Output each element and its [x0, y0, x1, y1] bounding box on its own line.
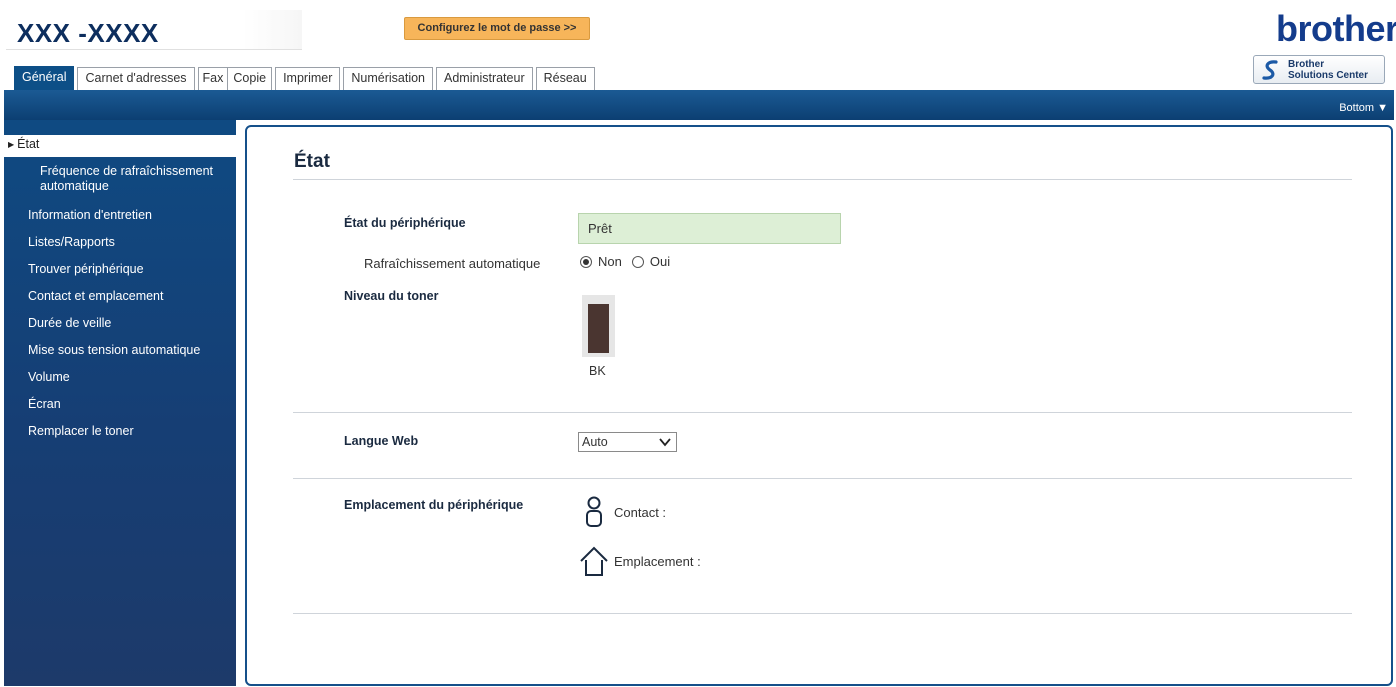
- sidebar-item-find-device[interactable]: Trouver périphérique: [4, 262, 236, 277]
- auto-refresh-option-oui: Oui: [649, 254, 671, 269]
- tab-fax[interactable]: Fax: [197, 67, 228, 90]
- sidebar-item-etat[interactable]: ▶ État: [4, 135, 236, 157]
- device-location-label: Emplacement du périphérique: [344, 498, 524, 512]
- location-label: Emplacement :: [614, 554, 701, 569]
- device-status-value: Prêt: [578, 213, 841, 244]
- section-divider: [293, 613, 1352, 614]
- solutions-center-line1: Brother: [1288, 59, 1325, 70]
- section-divider: [293, 478, 1352, 479]
- chevron-down-icon: [659, 438, 671, 447]
- sidebar-item-lists-reports[interactable]: Listes/Rapports: [4, 235, 236, 250]
- sidebar-item-refresh-frequency[interactable]: Fréquence de rafraîchissement automatiqu…: [4, 164, 236, 194]
- sidebar-item-sleep-time[interactable]: Durée de veille: [4, 316, 236, 331]
- brother-logo: brother: [1276, 8, 1396, 49]
- tab-scan[interactable]: Numérisation: [343, 67, 434, 90]
- sidebar-item-label-line2: automatique: [40, 179, 109, 193]
- tab-administrator[interactable]: Administrateur: [436, 67, 533, 90]
- toner-gauge: [582, 295, 615, 357]
- toner-name: BK: [589, 364, 606, 378]
- sidebar: ▶ État Fréquence de rafraîchissement auto…: [4, 120, 236, 686]
- tab-copy[interactable]: Copie: [227, 67, 273, 90]
- sidebar-item-label: Fréquence de rafraîchissement: [40, 164, 214, 178]
- tab-address-book[interactable]: Carnet d'adresses: [77, 67, 195, 90]
- web-language-label: Langue Web: [344, 434, 419, 448]
- tab-network[interactable]: Réseau: [535, 67, 595, 90]
- tab-print[interactable]: Imprimer: [275, 67, 341, 90]
- sidebar-item-contact-location[interactable]: Contact et emplacement: [4, 289, 236, 304]
- bottom-link[interactable]: Bottom ▼: [1339, 102, 1388, 114]
- solutions-center-label: Brother Solutions Center: [1288, 59, 1368, 81]
- auto-refresh-options: Non Oui: [580, 254, 670, 269]
- main-tabs: Général Carnet d'adresses Fax Copie Impr…: [14, 66, 598, 90]
- triangle-right-icon: ▶: [8, 140, 15, 149]
- auto-refresh-radio-oui[interactable]: [631, 255, 644, 268]
- tab-general[interactable]: Général: [14, 66, 75, 90]
- device-status-label: État du périphérique: [344, 216, 466, 230]
- sidebar-item-label: État: [17, 137, 40, 151]
- web-language-select[interactable]: Auto: [578, 432, 677, 452]
- auto-refresh-label: Rafraîchissement automatique: [364, 256, 541, 271]
- sidebar-item-auto-power-on[interactable]: Mise sous tension automatique: [4, 343, 236, 358]
- sidebar-item-replace-toner[interactable]: Remplacer le toner: [4, 424, 236, 439]
- toner-level-label: Niveau du toner: [344, 289, 439, 303]
- toner-gauge-fill: [588, 304, 609, 353]
- location-home-icon: [580, 546, 608, 576]
- solutions-center-icon: [1262, 60, 1278, 80]
- nav-band: [4, 90, 1394, 120]
- page-title: État: [294, 151, 330, 172]
- solutions-center-line2: Solutions Center: [1288, 70, 1369, 81]
- main-panel: [245, 125, 1393, 686]
- solutions-center-button[interactable]: Brother Solutions Center: [1253, 55, 1385, 84]
- auto-refresh-radio-non[interactable]: [580, 255, 592, 268]
- title-divider: [293, 179, 1352, 180]
- contact-label: Contact :: [614, 505, 667, 520]
- contact-person-icon: [586, 496, 602, 527]
- configure-password-button[interactable]: Configurez le mot de passe >>: [404, 17, 590, 40]
- sidebar-item-volume[interactable]: Volume: [4, 370, 236, 385]
- model-name: XXX -XXXX: [17, 18, 159, 48]
- sidebar-item-maintenance-info[interactable]: Information d'entretien: [4, 208, 236, 223]
- section-divider: [293, 412, 1352, 413]
- web-language-value: Auto: [582, 435, 608, 449]
- auto-refresh-option-non: Non: [598, 254, 622, 269]
- sidebar-item-screen[interactable]: Écran: [4, 397, 236, 412]
